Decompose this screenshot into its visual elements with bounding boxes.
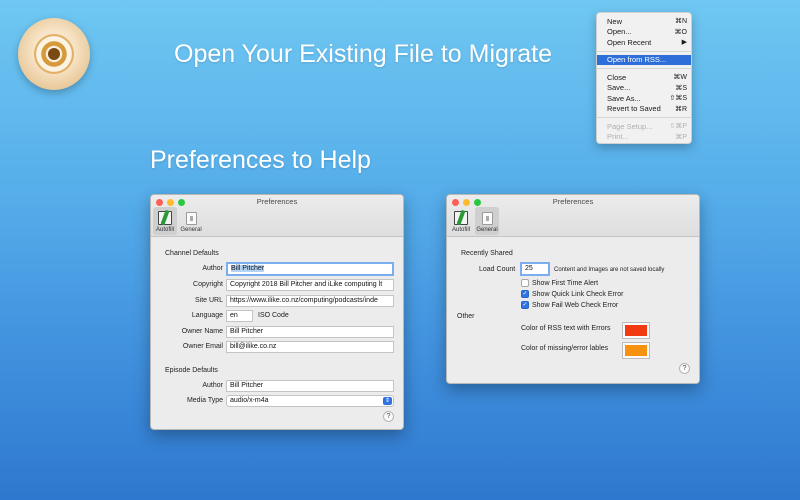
rss-error-color-well[interactable] xyxy=(622,322,650,339)
iso-code-note: ISO Code xyxy=(258,312,289,319)
menu-label: Open Recent xyxy=(607,37,652,47)
site-url-field[interactable]: https://www.ilike.co.nz/computing/podcas… xyxy=(226,295,394,307)
checkbox-label: Show Fail Web Check Error xyxy=(532,301,619,309)
titlebar: Preferences Autofill General xyxy=(151,195,403,237)
menu-label: Save... xyxy=(607,83,631,93)
menu-shortcut: ⌘O xyxy=(674,28,687,36)
checkbox-icon xyxy=(521,279,529,287)
app-icon xyxy=(18,18,90,90)
tab-general[interactable]: General xyxy=(179,207,203,235)
menu-separator xyxy=(597,68,691,69)
menu-item-new[interactable]: New ⌘N xyxy=(597,16,691,27)
media-type-label: Media Type xyxy=(186,397,223,404)
menu-item-open[interactable]: Open... ⌘O xyxy=(597,27,691,38)
checkbox-label: Show First Time Alert xyxy=(532,279,599,287)
menu-label: Revert to Saved xyxy=(607,104,661,114)
tab-label: General xyxy=(180,227,202,233)
menu-label: Open from RSS... xyxy=(607,55,667,65)
show-fail-web-check-error-checkbox[interactable]: ✓ Show Fail Web Check Error xyxy=(521,301,618,309)
menu-shortcut: ⇧⌘S xyxy=(669,95,687,103)
preferences-window-general: Preferences Autofill General Recently Sh… xyxy=(446,194,700,384)
language-field[interactable]: en xyxy=(226,310,253,322)
show-quick-link-check-error-checkbox[interactable]: ✓ Show Quick Link Check Error xyxy=(521,290,623,298)
owner-email-label: Owner Email xyxy=(182,343,223,350)
prefs-tabs: Autofill General xyxy=(153,207,203,235)
tab-autofill[interactable]: Autofill xyxy=(153,207,177,235)
author-field[interactable]: Bill Pitcher xyxy=(226,262,394,276)
media-type-select[interactable]: audio/x-m4a ⇕ xyxy=(226,395,394,407)
menu-separator xyxy=(597,50,691,52)
menu-shortcut: ⌘P xyxy=(675,133,687,141)
menu-label: Close xyxy=(607,72,627,82)
other-heading: Other xyxy=(457,313,475,320)
menu-item-save[interactable]: Save... ⌘S xyxy=(597,83,691,94)
media-type-value: audio/x-m4a xyxy=(230,397,269,404)
menu-label: Print... xyxy=(607,132,629,142)
menu-item-open-recent[interactable]: Open Recent ▶ xyxy=(597,37,691,48)
preferences-window-autofill: Preferences Autofill General Channel Def… xyxy=(150,194,404,430)
menu-shortcut: ⇧⌘P xyxy=(669,123,687,131)
owner-name-label: Owner Name xyxy=(181,328,223,335)
menu-item-close[interactable]: Close ⌘W xyxy=(597,72,691,83)
menu-item-open-from-rss[interactable]: Open from RSS... xyxy=(597,54,691,65)
headline-open-file: Open Your Existing File to Migrate xyxy=(174,40,552,68)
file-menu: New ⌘N Open... ⌘O Open Recent ▶ Open from R… xyxy=(596,12,692,144)
autofill-icon xyxy=(454,211,468,225)
load-count-note: Content and Images are not saved locally xyxy=(554,267,665,273)
site-url-label: Site URL xyxy=(194,297,223,304)
copyright-label: Copyright xyxy=(193,281,223,288)
general-icon xyxy=(481,212,493,225)
tab-label: Autofill xyxy=(155,227,174,233)
episode-author-field[interactable]: Bill Pitcher xyxy=(226,380,394,392)
menu-shortcut: ⌘N xyxy=(674,18,687,26)
author-label: Author xyxy=(202,265,223,272)
window-title: Preferences xyxy=(552,197,594,206)
load-count-label: Load Count xyxy=(479,266,516,273)
tab-autofill[interactable]: Autofill xyxy=(449,207,473,235)
tab-general[interactable]: General xyxy=(475,207,499,235)
language-label: Language xyxy=(191,312,223,319)
prefs-tabs: Autofill General xyxy=(449,207,499,235)
menu-label: New xyxy=(607,16,623,26)
owner-email-field[interactable]: bill@ilike.co.nz xyxy=(226,341,394,353)
menu-item-revert[interactable]: Revert to Saved ⌘R xyxy=(597,104,691,115)
headline-preferences: Preferences to Help xyxy=(150,146,371,174)
menu-item-save-as[interactable]: Save As... ⇧⌘S xyxy=(597,93,691,104)
channel-defaults-heading: Channel Defaults xyxy=(165,250,219,257)
tab-label: Autofill xyxy=(451,227,470,233)
menu-label: Save As... xyxy=(607,93,641,103)
load-count-field[interactable]: 25 xyxy=(520,262,550,276)
episode-defaults-heading: Episode Defaults xyxy=(165,367,218,374)
help-button[interactable]: ? xyxy=(383,411,394,422)
menu-label: Open... xyxy=(607,27,632,37)
missing-error-color-well[interactable] xyxy=(622,342,650,359)
copyright-field[interactable]: Copyright 2018 Bill Pitcher and iLike co… xyxy=(226,279,394,291)
owner-name-field[interactable]: Bill Pitcher xyxy=(226,326,394,338)
checkmark-icon: ✓ xyxy=(521,290,529,298)
episode-author-label: Author xyxy=(202,382,223,389)
menu-shortcut: ⌘S xyxy=(675,84,687,92)
author-value: Bill Pitcher xyxy=(231,265,265,272)
menu-item-print: Print... ⌘P xyxy=(597,132,691,143)
titlebar: Preferences Autofill General xyxy=(447,195,699,237)
checkbox-label: Show Quick Link Check Error xyxy=(532,290,624,298)
show-first-time-alert-checkbox[interactable]: Show First Time Alert xyxy=(521,279,598,287)
menu-separator xyxy=(597,117,691,118)
menu-label: Page Setup... xyxy=(607,121,653,131)
general-icon xyxy=(185,212,197,225)
select-stepper-icon: ⇕ xyxy=(383,397,392,405)
menu-shortcut: ⌘R xyxy=(674,105,687,113)
window-title: Preferences xyxy=(256,197,298,206)
help-button[interactable]: ? xyxy=(679,363,690,374)
submenu-arrow-icon: ▶ xyxy=(681,39,687,47)
recently-shared-heading: Recently Shared xyxy=(461,250,513,257)
checkmark-icon: ✓ xyxy=(521,301,529,309)
missing-color-label: Color of missing/error lables xyxy=(521,345,609,352)
menu-item-page-setup: Page Setup... ⇧⌘P xyxy=(597,121,691,132)
app-icon-center xyxy=(48,48,60,60)
autofill-icon xyxy=(158,211,172,225)
tab-label: General xyxy=(476,227,498,233)
menu-shortcut: ⌘W xyxy=(673,74,687,82)
rss-error-color-label: Color of RSS text with Errors xyxy=(521,325,611,332)
